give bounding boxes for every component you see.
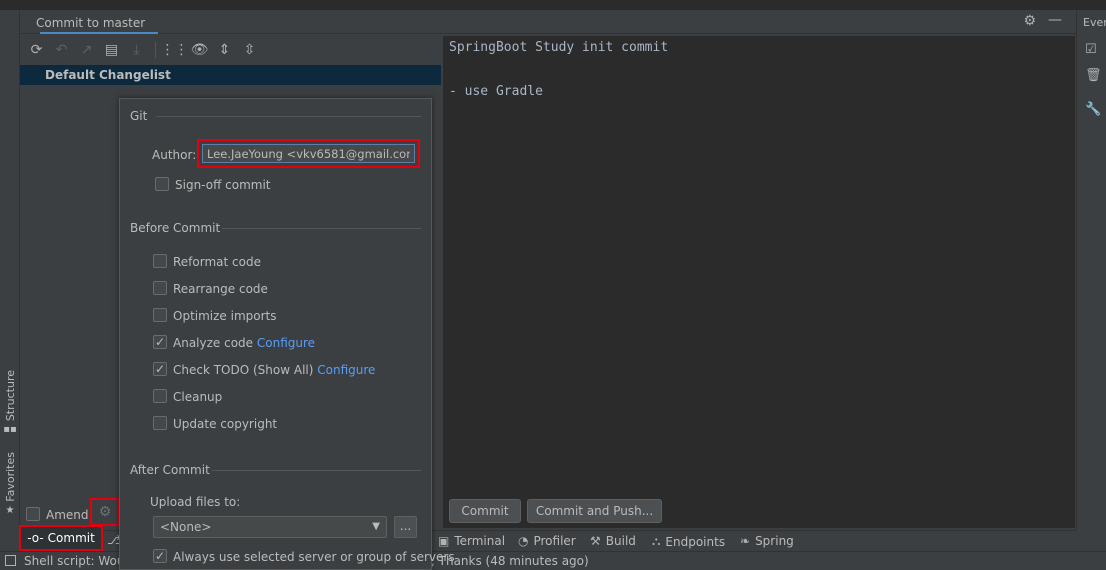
endpoints-tab-label: Endpoints <box>665 534 726 549</box>
spring-tab-label: Spring <box>755 534 794 548</box>
chevron-down-icon: ▼ <box>372 521 380 532</box>
checkmark-icon[interactable]: ☑ <box>1085 42 1097 57</box>
rearrange-code-checkbox[interactable] <box>153 281 167 295</box>
upload-selected-value: <None> <box>160 520 212 534</box>
rollback-icon[interactable]: ↶ <box>53 42 70 59</box>
spring-tab[interactable]: ❧ Spring <box>740 534 794 548</box>
wrench-icon[interactable]: 🔧 <box>1085 102 1101 117</box>
structure-icon: ▪▪ <box>3 424 17 436</box>
message-line: - use Gradle <box>449 84 543 99</box>
build-tab-label: Build <box>605 534 636 548</box>
diff-icon[interactable]: ↗ <box>78 42 95 59</box>
build-tab[interactable]: ⚒ Build <box>590 534 636 548</box>
structure-tab[interactable]: ▪▪ Structure <box>2 370 18 435</box>
upload-server-select[interactable]: <None> ▼ <box>153 516 387 538</box>
window-icon[interactable] <box>5 555 16 566</box>
author-highlight <box>197 139 420 168</box>
upload-browse-button[interactable]: ... <box>394 516 417 538</box>
message-line: SpringBoot Study init commit <box>449 40 669 55</box>
status-message-tail: , Thanks (48 minutes ago) <box>431 554 589 568</box>
commit-tool-tab[interactable]: -o- Commit <box>19 525 103 551</box>
shelve-icon[interactable]: ⤓ <box>128 42 145 59</box>
commit-options-gear-icon[interactable]: ⚙ <box>90 498 120 526</box>
section-divider <box>156 116 421 117</box>
commit-icon: -o- <box>27 531 44 545</box>
changelist-icon[interactable]: ▤ <box>103 42 120 59</box>
commit-message-editor[interactable]: SpringBoot Study init commit - use Gradl… <box>443 36 1075 528</box>
cleanup-checkbox[interactable] <box>153 389 167 403</box>
star-icon: ★ <box>5 504 15 516</box>
status-message: Shell script: Woul <box>24 554 128 568</box>
changelist-name: Default Changelist <box>45 68 171 82</box>
gear-icon[interactable]: ⚙ <box>1023 13 1036 29</box>
refresh-icon[interactable]: ⟳ <box>28 42 45 59</box>
spring-leaf-icon: ❧ <box>740 534 751 548</box>
toolbar-separator <box>155 42 156 58</box>
terminal-tab-label: Terminal <box>454 534 506 548</box>
analyze-code-checkbox[interactable]: ✓ <box>153 335 167 349</box>
git-section-title: Git <box>130 109 148 123</box>
hammer-icon: ⚒ <box>590 534 601 548</box>
endpoints-tab[interactable]: ⛬ Endpoints <box>652 534 725 549</box>
rearrange-code-label: Rearrange code <box>173 282 268 296</box>
terminal-tab[interactable]: ▣ Terminal <box>438 534 505 548</box>
upload-label: Upload files to: <box>150 495 241 509</box>
changelist-row[interactable]: Default Changelist <box>20 65 441 85</box>
section-divider <box>222 228 421 229</box>
commit-and-push-button[interactable]: Commit and Push... <box>527 499 662 523</box>
profiler-icon: ◔ <box>518 534 529 548</box>
before-commit-section-title: Before Commit <box>130 221 221 235</box>
analyze-code-row: Analyze code Configure <box>173 336 315 350</box>
favorites-tab-label: Favorites <box>3 452 17 502</box>
update-copyright-label: Update copyright <box>173 417 278 431</box>
profiler-tab[interactable]: ◔ Profiler <box>518 534 576 548</box>
commit-panel-header: Commit to master ⚙ — <box>20 10 1076 34</box>
after-commit-section-title: After Commit <box>130 463 210 477</box>
always-use-checkbox[interactable]: ✓ <box>153 549 167 563</box>
analyze-code-label: Analyze code <box>173 336 254 350</box>
commit-options-popup: Git Author: Sign-off commit Before Commi… <box>119 98 455 570</box>
commit-button[interactable]: Commit <box>449 499 521 523</box>
left-tool-strip: ▪▪ Structure ★ Favorites <box>0 10 20 550</box>
update-copyright-checkbox[interactable] <box>153 416 167 430</box>
optimize-imports-label: Optimize imports <box>173 309 277 323</box>
always-use-label: Always use selected server or group of s… <box>173 550 455 564</box>
amend-label: Amend <box>46 508 89 522</box>
sign-off-label: Sign-off commit <box>175 178 271 192</box>
cleanup-label: Cleanup <box>173 390 223 404</box>
sign-off-checkbox[interactable] <box>155 177 169 191</box>
terminal-icon: ▣ <box>438 534 450 548</box>
structure-tab-label: Structure <box>3 370 17 422</box>
reformat-code-label: Reformat code <box>173 255 261 269</box>
section-divider <box>212 470 421 471</box>
eye-icon[interactable]: 👁 <box>191 42 209 59</box>
event-log-tab[interactable]: Even <box>1083 16 1106 29</box>
optimize-imports-checkbox[interactable] <box>153 308 167 322</box>
amend-checkbox[interactable] <box>26 507 40 521</box>
group-by-icon[interactable]: ⋮⋮ <box>161 42 189 59</box>
todo-configure-link[interactable]: Configure <box>317 363 375 377</box>
collapse-all-icon[interactable]: ⇳ <box>241 42 258 59</box>
expand-all-icon[interactable]: ⇕ <box>216 42 233 59</box>
top-strip <box>0 0 1106 10</box>
analyze-configure-link[interactable]: Configure <box>257 336 315 350</box>
author-label: Author: <box>152 148 197 162</box>
panel-title[interactable]: Commit to master <box>36 16 145 30</box>
check-todo-checkbox[interactable]: ✓ <box>153 362 167 376</box>
check-todo-label: Check TODO (Show All) <box>173 363 314 377</box>
profiler-tab-label: Profiler <box>533 534 576 548</box>
trash-icon[interactable]: 🗑 <box>1085 68 1102 83</box>
reformat-code-checkbox[interactable] <box>153 254 167 268</box>
favorites-tab[interactable]: ★ Favorites <box>2 452 18 516</box>
commit-tab-label: Commit <box>47 531 95 545</box>
right-tool-strip: Even ☑ 🗑 🔧 <box>1076 10 1106 530</box>
check-todo-row: Check TODO (Show All) Configure <box>173 363 375 377</box>
commit-toolbar: ⟳ ↶ ↗ ▤ ⤓ ⋮⋮ 👁 ⇕ ⇳ <box>20 36 440 64</box>
endpoints-icon: ⛬ <box>652 534 661 548</box>
panel-title-underline <box>40 32 158 34</box>
author-input[interactable] <box>202 144 415 163</box>
minimize-icon[interactable]: — <box>1048 12 1062 28</box>
